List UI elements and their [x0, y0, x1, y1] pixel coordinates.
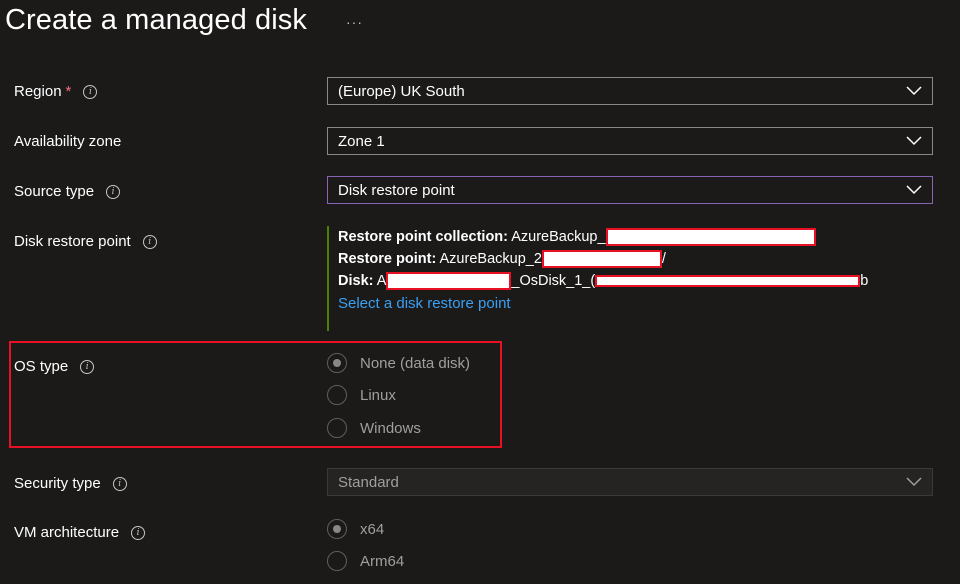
- availability-zone-dropdown[interactable]: Zone 1: [327, 127, 933, 155]
- redacted-block: [386, 272, 512, 291]
- availability-zone-label: Availability zone: [14, 133, 121, 150]
- security-type-value: Standard: [338, 473, 399, 491]
- redacted-block: [541, 250, 662, 269]
- restore-point-row: Restore point: AzureBackup_2 /: [338, 248, 868, 270]
- info-icon[interactable]: i: [106, 184, 121, 199]
- radio-icon[interactable]: [327, 551, 347, 571]
- source-type-label: Source type i: [14, 183, 121, 200]
- chevron-down-icon: [906, 86, 922, 96]
- info-icon[interactable]: i: [142, 234, 157, 249]
- redacted-block: [595, 275, 861, 288]
- disk-row: Disk: A _OsDisk_1_( b: [338, 270, 868, 292]
- source-type-value: Disk restore point: [338, 181, 455, 199]
- redacted-block: [605, 228, 816, 247]
- restore-point-label: Restore point:: [338, 251, 437, 267]
- disk-prefix: A: [376, 273, 387, 289]
- security-type-label: Security type i: [14, 475, 127, 492]
- restore-point-collection-value: AzureBackup_: [511, 229, 606, 245]
- more-options-icon[interactable]: ···: [346, 14, 363, 30]
- disk-restore-point-label-text: Disk restore point: [14, 233, 131, 250]
- security-type-dropdown[interactable]: Standard: [327, 468, 933, 496]
- page-title: Create a managed disk: [5, 4, 307, 36]
- restore-point-collection-row: Restore point collection: AzureBackup_: [338, 226, 868, 248]
- vm-architecture-label: VM architecture i: [14, 524, 146, 541]
- region-value: (Europe) UK South: [338, 82, 465, 100]
- vm-architecture-label-text: VM architecture: [14, 524, 120, 541]
- region-label: Region * i: [14, 83, 98, 100]
- disk-label: Disk:: [338, 273, 374, 289]
- region-dropdown[interactable]: (Europe) UK South: [327, 77, 933, 105]
- required-asterisk: *: [65, 83, 72, 100]
- availability-zone-label-text: Availability zone: [14, 133, 122, 150]
- select-disk-restore-point-link[interactable]: Select a disk restore point: [338, 295, 868, 312]
- chevron-down-icon: [906, 185, 922, 195]
- info-icon[interactable]: i: [131, 525, 146, 540]
- chevron-down-icon: [906, 136, 922, 146]
- vm-architecture-option-x64[interactable]: x64: [327, 519, 384, 539]
- chevron-down-icon: [906, 477, 922, 487]
- info-icon[interactable]: i: [83, 84, 98, 99]
- vm-architecture-option-label: x64: [360, 520, 385, 538]
- disk-restore-point-label: Disk restore point i: [14, 233, 157, 250]
- source-type-label-text: Source type: [14, 183, 95, 200]
- disk-middle: _OsDisk_1_(: [511, 273, 596, 289]
- region-label-text: Region: [14, 83, 62, 100]
- os-type-highlight-box: [9, 341, 502, 448]
- disk-tail: b: [860, 273, 869, 289]
- disk-restore-point-summary: Restore point collection: AzureBackup_ R…: [327, 226, 868, 331]
- info-icon[interactable]: i: [112, 476, 127, 491]
- vm-architecture-option-arm64[interactable]: Arm64: [327, 551, 404, 571]
- security-type-label-text: Security type: [14, 475, 101, 492]
- restore-point-tail: /: [661, 251, 666, 267]
- restore-point-value: AzureBackup_2: [439, 251, 542, 267]
- availability-zone-value: Zone 1: [338, 132, 385, 150]
- vm-architecture-option-label: Arm64: [360, 552, 405, 570]
- radio-selected-icon[interactable]: [327, 519, 347, 539]
- restore-point-collection-label: Restore point collection:: [338, 229, 508, 245]
- source-type-dropdown[interactable]: Disk restore point: [327, 176, 933, 204]
